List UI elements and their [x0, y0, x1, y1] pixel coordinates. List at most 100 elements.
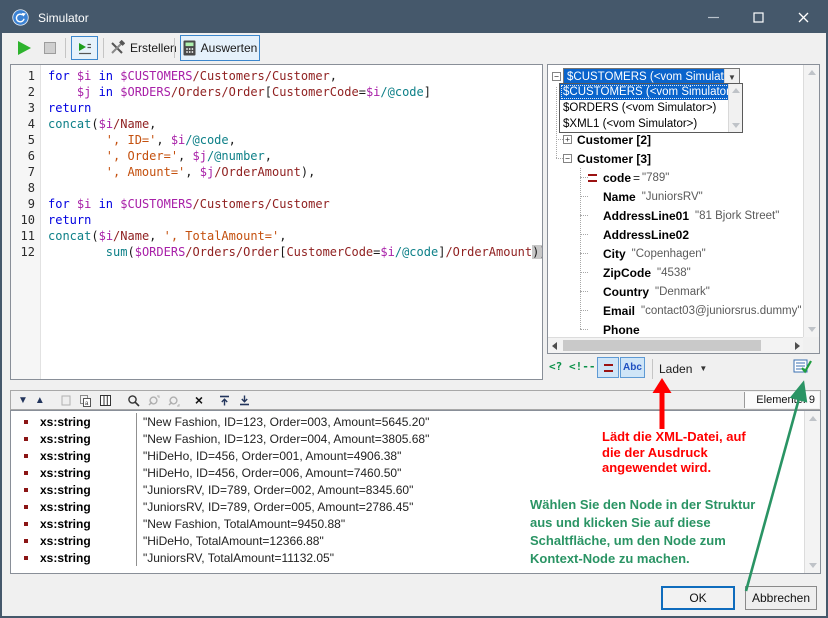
window-title: Simulator	[38, 11, 89, 25]
auswerten-button[interactable]: Auswerten	[180, 35, 260, 61]
find-next-button[interactable]	[167, 394, 180, 407]
tree-node-value: "Copenhagen"	[632, 248, 706, 260]
code-token: /OrderAmount	[445, 245, 532, 259]
code-token: $ORDERS	[135, 245, 186, 259]
auswerten-label: Auswerten	[201, 41, 258, 55]
search-next-icon	[167, 394, 180, 407]
tree-node-code[interactable]: code = "789"	[548, 168, 802, 187]
find-previous-button[interactable]	[147, 394, 160, 407]
result-type: xs:string	[40, 466, 136, 480]
code-line[interactable]: ', ID=', $i/@code,	[48, 133, 542, 149]
result-type: xs:string	[40, 534, 136, 548]
code-line[interactable]: for $i in $CUSTOMERS/Customers/Customer,	[48, 69, 542, 85]
scroll-down-icon[interactable]	[732, 123, 740, 128]
expand-icon[interactable]: +	[563, 135, 572, 144]
scroll-up-icon[interactable]	[732, 88, 740, 93]
code-line[interactable]: concat($i/Name,	[48, 117, 542, 133]
tree-node-zipcode[interactable]: ZipCode"4538"	[548, 263, 802, 282]
stop-button[interactable]	[44, 33, 56, 63]
scroll-up-icon[interactable]	[808, 70, 816, 75]
tree-horizontal-scrollbar[interactable]	[548, 337, 804, 353]
tree-root-collapse-icon[interactable]: −	[552, 72, 561, 81]
code-token: $CUSTOMERS	[120, 197, 192, 211]
dropdown-option[interactable]: $XML1 (<vom Simulator>)	[560, 116, 742, 132]
code-line[interactable]: sum($ORDERS/Orders/Order[CustomerCode=$i…	[48, 245, 542, 261]
code-line[interactable]: return	[48, 213, 542, 229]
scrollbar-thumb[interactable]	[563, 340, 761, 351]
code-line[interactable]: ', Order=', $j/@number,	[48, 149, 542, 165]
code-token: /Name	[113, 117, 149, 131]
attribute-icon	[588, 174, 597, 182]
tree-node-customer-3-[interactable]: −Customer [3]	[548, 149, 802, 168]
cancel-button[interactable]: Abbrechen	[745, 586, 817, 610]
ok-button[interactable]: OK	[661, 586, 735, 610]
results-vertical-scrollbar[interactable]	[804, 411, 820, 573]
code-line[interactable]: $j in $ORDERS/Orders/Order[CustomerCode=…	[48, 85, 542, 101]
dropdown-scrollbar[interactable]	[728, 84, 742, 132]
run-button[interactable]	[18, 33, 31, 63]
dropdown-option[interactable]: $CUSTOMERS (<vom Simulator>)	[560, 84, 742, 100]
scroll-down-icon[interactable]	[809, 563, 817, 568]
code-gutter: 123456789101112	[11, 65, 41, 379]
tree-node-value: "JuniorsRV"	[642, 191, 703, 203]
tree-leader	[556, 139, 563, 140]
code-line[interactable]: concat($i/Name, ', TotalAmount=',	[48, 229, 542, 245]
tree-node-email[interactable]: Email"contact03@juniorsrus.dummy"	[548, 301, 802, 320]
build-tools-icon	[109, 40, 125, 56]
laden-button[interactable]: Laden ▼	[659, 359, 707, 378]
minimize-button[interactable]	[691, 2, 736, 33]
code-token: ))	[532, 245, 543, 259]
result-type: xs:string	[40, 500, 136, 514]
code-token: ', ID='	[106, 133, 157, 147]
scroll-left-icon[interactable]	[552, 342, 557, 350]
scroll-up-icon[interactable]	[809, 416, 817, 421]
code-token: /Orders/Order	[171, 85, 265, 99]
dropdown-option[interactable]: $ORDERS (<vom Simulator>)	[560, 100, 742, 116]
clear-results-button[interactable]: ×	[195, 393, 203, 407]
auto-evaluate-toggle[interactable]	[71, 36, 98, 60]
line-number: 10	[11, 213, 40, 229]
scroll-to-top-button[interactable]	[218, 394, 231, 407]
code-line[interactable]: ', Amount=', $j/OrderAmount),	[48, 165, 542, 181]
result-bullet-icon	[24, 420, 28, 424]
code-token: ,	[330, 69, 337, 83]
show-attributes-toggle[interactable]	[597, 357, 619, 378]
maximize-button[interactable]	[736, 2, 781, 33]
scroll-right-icon[interactable]	[795, 342, 800, 350]
code-line[interactable]: for $i in $CUSTOMERS/Customers/Customer	[48, 197, 542, 213]
copy-all-button[interactable]: a	[79, 394, 92, 407]
previous-result-button[interactable]: ▲	[35, 395, 45, 406]
show-processing-instructions-toggle[interactable]: <?	[549, 360, 562, 373]
result-row[interactable]: xs:string"New Fashion, ID=123, Order=003…	[12, 413, 803, 430]
tree-vertical-scrollbar[interactable]	[803, 65, 819, 337]
copy-as-table-button[interactable]	[99, 394, 112, 407]
set-context-node-button[interactable]	[793, 357, 813, 376]
show-text-toggle[interactable]: Abc	[620, 357, 645, 378]
scroll-down-icon[interactable]	[808, 327, 816, 332]
tree-node-name[interactable]: Name"JuniorsRV"	[548, 187, 802, 206]
tree-leader	[580, 215, 588, 216]
result-value: "JuniorsRV, ID=789, Order=002, Amount=83…	[137, 483, 413, 497]
tree-node-city[interactable]: City"Copenhagen"	[548, 244, 802, 263]
tree-node-country[interactable]: Country"Denmark"	[548, 282, 802, 301]
code-token: $j	[200, 165, 214, 179]
tree-node-addressline02[interactable]: AddressLine02	[548, 225, 802, 244]
code-token: ]	[424, 85, 431, 99]
show-comments-toggle[interactable]: <!--	[569, 360, 596, 373]
collapse-icon[interactable]: −	[563, 154, 572, 163]
next-result-button[interactable]: ▼	[18, 395, 28, 406]
expression-editor[interactable]: 123456789101112 for $i in $CUSTOMERS/Cus…	[10, 64, 543, 380]
code-line[interactable]	[48, 181, 542, 197]
code-line[interactable]: return	[48, 101, 542, 117]
find-button[interactable]	[127, 394, 140, 407]
code-lines[interactable]: for $i in $CUSTOMERS/Customers/Customer,…	[42, 65, 542, 379]
tree-leader	[580, 253, 588, 254]
scroll-to-bottom-button[interactable]	[238, 394, 251, 407]
close-button[interactable]	[781, 2, 826, 33]
copy-line-button[interactable]	[60, 394, 72, 407]
erstellen-button[interactable]: Erstellen	[109, 33, 177, 63]
line-number: 5	[11, 133, 40, 149]
code-token: ,	[265, 149, 272, 163]
tree-node-addressline01[interactable]: AddressLine01"81 Bjork Street"	[548, 206, 802, 225]
source-dropdown-list: $CUSTOMERS (<vom Simulator>)$ORDERS (<vo…	[559, 83, 743, 133]
